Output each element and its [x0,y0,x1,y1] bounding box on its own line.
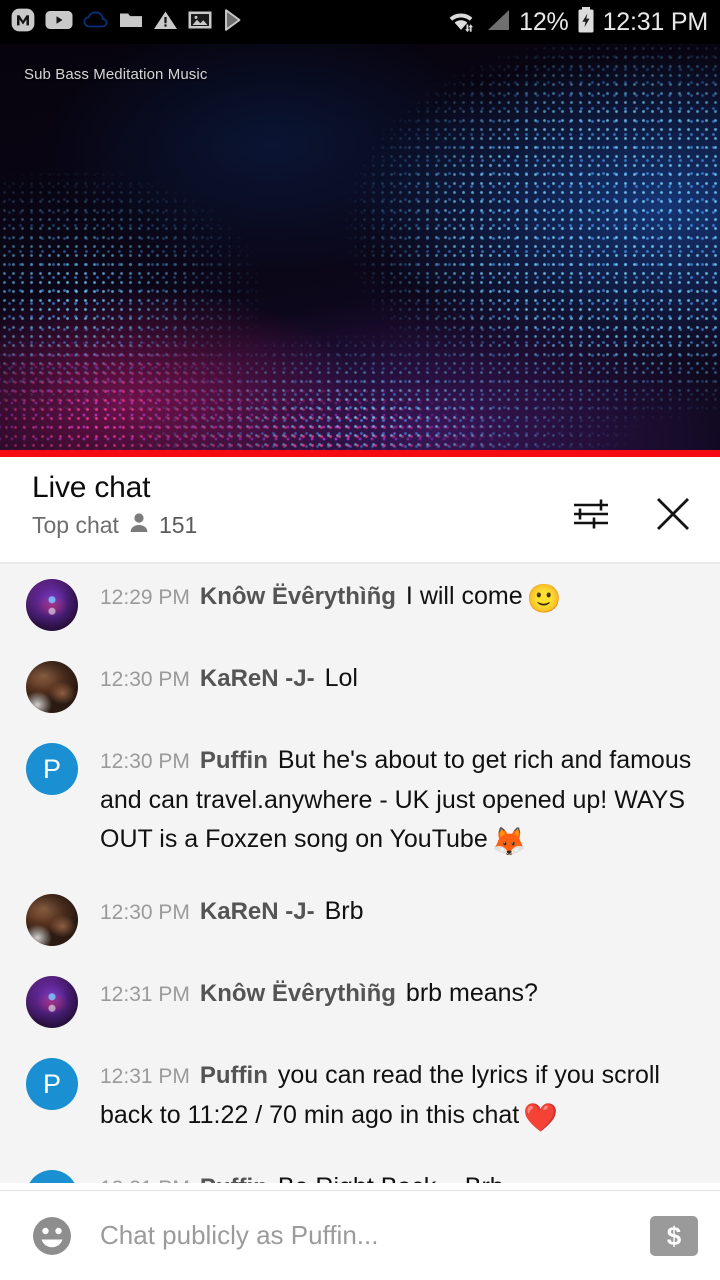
message-text: Brb [324,897,364,926]
status-bar-system-icons: 12% 12:31 PM [444,6,708,39]
close-icon[interactable] [650,491,696,537]
message-author[interactable]: Puffin [200,1062,268,1089]
message-timestamp: 12:31 PM [100,1177,190,1183]
chat-input[interactable] [100,1220,650,1251]
m-app-icon [10,7,36,38]
message-text: brb means? [405,979,538,1008]
message-emoji: 🙂 [526,583,562,614]
message-text: I will come [405,582,523,610]
avatar-initial: P [42,1068,61,1099]
avatar[interactable]: P [26,1169,78,1183]
avatar[interactable] [26,894,78,947]
video-title: Sub Bass Meditation Music [24,66,208,83]
live-chat-header-actions [568,471,702,537]
message-timestamp: 12:30 PM [100,668,190,691]
chat-message[interactable]: 12:30 PM KaReN -J- Lol [0,645,720,727]
chat-message-body: 12:30 PM Puffin But he's about to get rich… [100,741,702,864]
message-author[interactable]: Knôw Ëvêrythìñg [200,583,396,610]
play-store-icon [222,8,246,37]
viewer-count: 151 [158,512,198,539]
message-timestamp: 12:29 PM [100,586,190,609]
youtube-icon [45,9,73,36]
message-timestamp: 12:30 PM [100,750,190,773]
avatar[interactable] [26,579,78,631]
image-icon [187,9,213,36]
clock-label: 12:31 PM [602,7,709,36]
cloud-icon [82,9,109,36]
message-author[interactable]: Puffin [200,1174,268,1183]
chat-mode-label[interactable]: Top chat [32,512,119,540]
chat-message[interactable]: 12:31 PM Knôw Ëvêrythìñg brb means? [0,960,720,1042]
message-text: Lol [324,664,358,692]
avatar[interactable]: P [26,743,78,795]
emoji-smiley-icon[interactable] [28,1212,76,1260]
warning-icon [153,9,178,36]
chat-message-body: 12:31 PM Puffin you can read the lyrics if… [100,1056,702,1140]
video-player[interactable]: Sub Bass Meditation Music [0,44,720,450]
tune-icon[interactable] [568,491,614,537]
avatar[interactable]: P [26,1058,78,1111]
chat-message-body: 12:31 PM Puffin Be Right Back = Brb [100,1168,702,1183]
cell-signal-icon [485,7,512,38]
message-timestamp: 12:31 PM [100,983,190,1007]
message-timestamp: 12:30 PM [100,901,190,925]
live-chat-message-list[interactable]: 12:29 PM Knôw Ëvêrythìñg I will come 🙂 12:3… [0,563,720,1183]
header-divider [0,562,720,564]
avatar[interactable] [26,661,78,713]
youtube-live-chat-screen: 12% 12:31 PM Sub Bass Meditation Music L… [0,0,720,1280]
message-author[interactable]: KaReN -J- [200,898,315,925]
live-chat-header-texts: Live chat Top chat 151 [32,471,568,541]
avatar-initial: P [43,1180,61,1183]
chat-input-bar: $ [0,1190,720,1280]
message-timestamp: 12:31 PM [100,1065,190,1089]
chat-message[interactable]: P 12:31 PM Puffin Be Right Back = Brb [0,1154,720,1183]
message-author[interactable]: Puffin [200,747,268,774]
message-author[interactable]: Knôw Ëvêrythìñg [200,980,396,1007]
avatar-initial: P [42,753,61,784]
video-progress-bar[interactable] [0,450,720,457]
message-emoji: ❤️ [523,1101,559,1133]
chat-message-body: 12:30 PM KaReN -J- Brb [100,892,702,932]
chat-message[interactable]: P 12:30 PM Puffin But he's about to get ri… [0,727,720,878]
avatar[interactable] [26,976,78,1029]
chat-message[interactable]: P 12:31 PM Puffin you can read the lyrics … [0,1042,720,1154]
folder-icon [118,9,144,36]
live-chat-subtitle[interactable]: Top chat 151 [32,511,568,542]
chat-message[interactable]: 12:29 PM Knôw Ëvêrythìñg I will come 🙂 [0,563,720,645]
battery-percent-label: 12% [519,7,569,36]
super-chat-dollar-glyph: $ [666,1220,682,1251]
live-chat-header: Live chat Top chat 151 [0,457,720,563]
chat-message-body: 12:29 PM Knôw Ëvêrythìñg I will come 🙂 [100,577,702,621]
status-bar: 12% 12:31 PM [0,0,720,44]
chat-message[interactable]: 12:30 PM KaReN -J- Brb [0,878,720,960]
message-emoji: 🦊 [491,826,527,857]
person-icon [128,511,150,542]
wifi-data-icon [444,6,478,39]
status-bar-notification-icons [10,7,444,38]
live-chat-title: Live chat [32,471,151,504]
video-dot-wave-warm [0,44,720,450]
super-chat-dollar-icon[interactable]: $ [650,1215,698,1256]
battery-charging-icon [576,6,596,39]
message-author[interactable]: KaReN -J- [200,665,315,692]
message-text: Be Right Back = Brb [278,1173,504,1183]
chat-message-body: 12:31 PM Knôw Ëvêrythìñg brb means? [100,974,702,1014]
chat-message-body: 12:30 PM KaReN -J- Lol [100,659,702,699]
